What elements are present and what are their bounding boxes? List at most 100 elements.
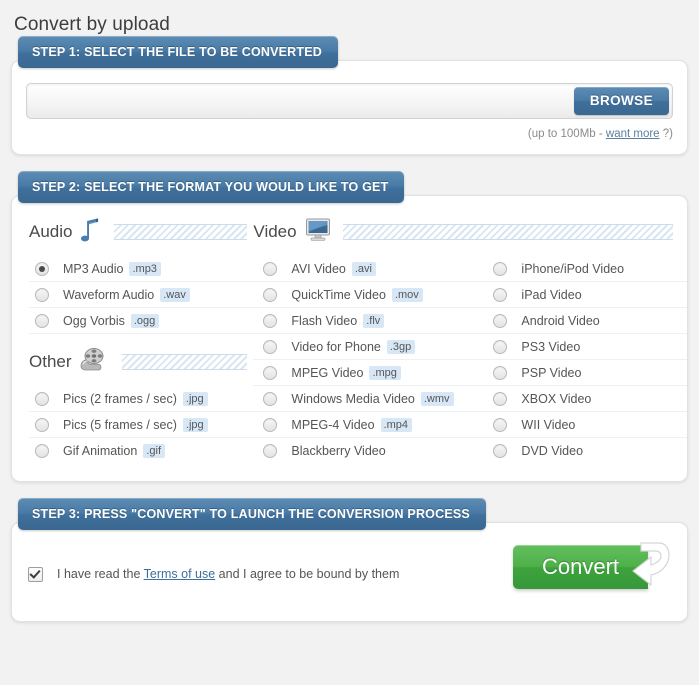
option-flash-video[interactable]: Flash Video .flv — [253, 308, 484, 334]
monitor-icon — [305, 218, 331, 247]
column-video-formats: Video AVI Video .avi QuickTime Video .mo… — [253, 212, 673, 463]
terms-checkbox[interactable] — [28, 566, 43, 582]
option-mp3-audio[interactable]: MP3 Audio .mp3 — [29, 256, 254, 282]
option-label: Windows Media Video — [291, 391, 415, 406]
video-group-title: Video — [253, 222, 297, 241]
radio-gif-animation[interactable] — [35, 443, 49, 458]
option-waveform-audio[interactable]: Waveform Audio .wav — [29, 282, 254, 308]
option-blackberry-video[interactable]: Blackberry Video — [253, 438, 483, 463]
option-ext: .flv — [363, 313, 385, 328]
radio-video-for-phone[interactable] — [263, 339, 278, 354]
option-label: iPad Video — [521, 287, 582, 302]
option-label: Blackberry Video — [291, 443, 386, 458]
option-video-for-phone[interactable]: Video for Phone .3gp — [253, 334, 484, 360]
format-columns: Audio MP3 Audio .mp3 Waveform Audio .wav… — [12, 210, 687, 481]
step-3-section: STEP 3: PRESS "CONVERT" TO LAUNCH THE CO… — [11, 498, 688, 622]
option-dvd-video[interactable]: DVD Video — [483, 438, 687, 463]
arrow-icon — [627, 539, 671, 600]
option-iphone-ipod-video[interactable]: iPhone/iPod Video — [483, 256, 687, 282]
option-ext: .mp3 — [129, 261, 161, 276]
file-input[interactable]: BROWSE — [26, 83, 673, 119]
option-label: MPEG-4 Video — [291, 417, 375, 432]
radio-iphone-ipod-video[interactable] — [493, 261, 508, 276]
option-android-video[interactable]: Android Video — [483, 308, 687, 334]
radio-windows-media-video[interactable] — [263, 391, 278, 406]
radio-flash-video[interactable] — [263, 313, 278, 328]
option-label: AVI Video — [291, 261, 346, 276]
radio-ogg-vorbis[interactable] — [35, 313, 49, 328]
other-group-title: Other — [29, 352, 72, 371]
upload-row: BROWSE — [12, 75, 687, 119]
radio-xbox-video[interactable] — [493, 391, 508, 406]
option-label: QuickTime Video — [291, 287, 386, 302]
option-gif-animation[interactable]: Gif Animation .gif — [29, 438, 253, 463]
radio-ps3-video[interactable] — [493, 339, 508, 354]
option-ext: .ogg — [130, 313, 160, 328]
option-psp-video[interactable]: PSP Video — [483, 360, 687, 386]
step-2-banner: STEP 2: SELECT THE FORMAT YOU WOULD LIKE… — [18, 171, 405, 203]
option-ext: .mov — [391, 287, 423, 302]
radio-quicktime-video[interactable] — [263, 287, 278, 302]
audio-group-title: Audio — [29, 222, 73, 241]
step-2-section: STEP 2: SELECT THE FORMAT YOU WOULD LIKE… — [11, 171, 688, 482]
film-reel-icon — [80, 347, 110, 378]
option-mpeg4-video[interactable]: MPEG-4 Video .mp4 — [253, 412, 484, 438]
radio-blackberry-video[interactable] — [263, 443, 278, 458]
want-more-link[interactable]: want more — [606, 128, 660, 140]
terms-of-use-link[interactable]: Terms of use — [144, 567, 216, 581]
option-xbox-video[interactable]: XBOX Video — [483, 386, 687, 412]
radio-mp3-audio[interactable] — [35, 261, 49, 276]
page-title: Convert by upload — [14, 14, 170, 35]
option-wii-video[interactable]: WII Video — [483, 412, 687, 438]
column-device-formats: iPhone/iPod Video iPad Video Android Vid… — [483, 212, 687, 463]
option-label: MPEG Video — [291, 365, 364, 380]
device-group-header-spacer — [483, 212, 687, 252]
option-label: Pics (5 frames / sec) — [63, 417, 177, 432]
terms-suffix: and I agree to be bound by them — [215, 567, 400, 581]
option-avi-video[interactable]: AVI Video .avi — [253, 256, 484, 282]
option-quicktime-video[interactable]: QuickTime Video .mov — [253, 282, 484, 308]
option-ps3-video[interactable]: PS3 Video — [483, 334, 687, 360]
option-ext: .jpg — [182, 417, 208, 432]
option-ext: .jpg — [182, 391, 208, 406]
option-label: Flash Video — [291, 313, 358, 328]
radio-wii-video[interactable] — [493, 417, 508, 432]
radio-pics-2fps[interactable] — [35, 391, 49, 406]
step-1-section: STEP 1: SELECT THE FILE TO BE CONVERTED … — [11, 36, 688, 155]
upload-limit-note: (up to 100Mb - want more ?) — [12, 119, 687, 154]
other-group-header: Other — [29, 342, 253, 382]
terms-row: I have read the Terms of use and I agree… — [12, 537, 687, 621]
limit-prefix: (up to 100Mb - — [527, 128, 606, 140]
option-ext: .mpg — [369, 365, 401, 380]
radio-psp-video[interactable] — [493, 365, 508, 380]
option-pics-2fps[interactable]: Pics (2 frames / sec) .jpg — [29, 386, 254, 412]
radio-dvd-video[interactable] — [493, 443, 508, 458]
option-ext: .mp4 — [380, 417, 413, 432]
option-ext: .wmv — [420, 391, 454, 406]
option-ext: .gif — [143, 443, 166, 458]
radio-android-video[interactable] — [493, 313, 508, 328]
radio-waveform-audio[interactable] — [35, 287, 49, 302]
option-label: iPhone/iPod Video — [521, 261, 625, 276]
option-ipad-video[interactable]: iPad Video — [483, 282, 687, 308]
option-ogg-vorbis[interactable]: Ogg Vorbis .ogg — [29, 308, 254, 334]
option-pics-5fps[interactable]: Pics (5 frames / sec) .jpg — [29, 412, 254, 438]
music-note-icon — [80, 217, 102, 248]
radio-ipad-video[interactable] — [493, 287, 508, 302]
step-3-panel: I have read the Terms of use and I agree… — [11, 522, 688, 622]
step-1-banner: STEP 1: SELECT THE FILE TO BE CONVERTED — [18, 36, 339, 68]
radio-mpeg-video[interactable] — [263, 365, 278, 380]
option-label: Waveform Audio — [63, 287, 155, 302]
browse-button[interactable]: BROWSE — [573, 87, 669, 115]
option-mpeg-video[interactable]: MPEG Video .mpg — [253, 360, 484, 386]
step-1-panel: BROWSE (up to 100Mb - want more ?) — [11, 60, 688, 155]
radio-pics-5fps[interactable] — [35, 417, 49, 432]
radio-mpeg4-video[interactable] — [263, 417, 278, 432]
video-group-header: Video — [253, 212, 673, 252]
convert-button[interactable]: Convert — [513, 539, 673, 589]
audio-stripe-decoration — [114, 224, 248, 240]
option-label: Gif Animation — [63, 443, 138, 458]
option-windows-media-video[interactable]: Windows Media Video .wmv — [253, 386, 484, 412]
option-label: PS3 Video — [521, 339, 581, 354]
radio-avi-video[interactable] — [263, 261, 278, 276]
